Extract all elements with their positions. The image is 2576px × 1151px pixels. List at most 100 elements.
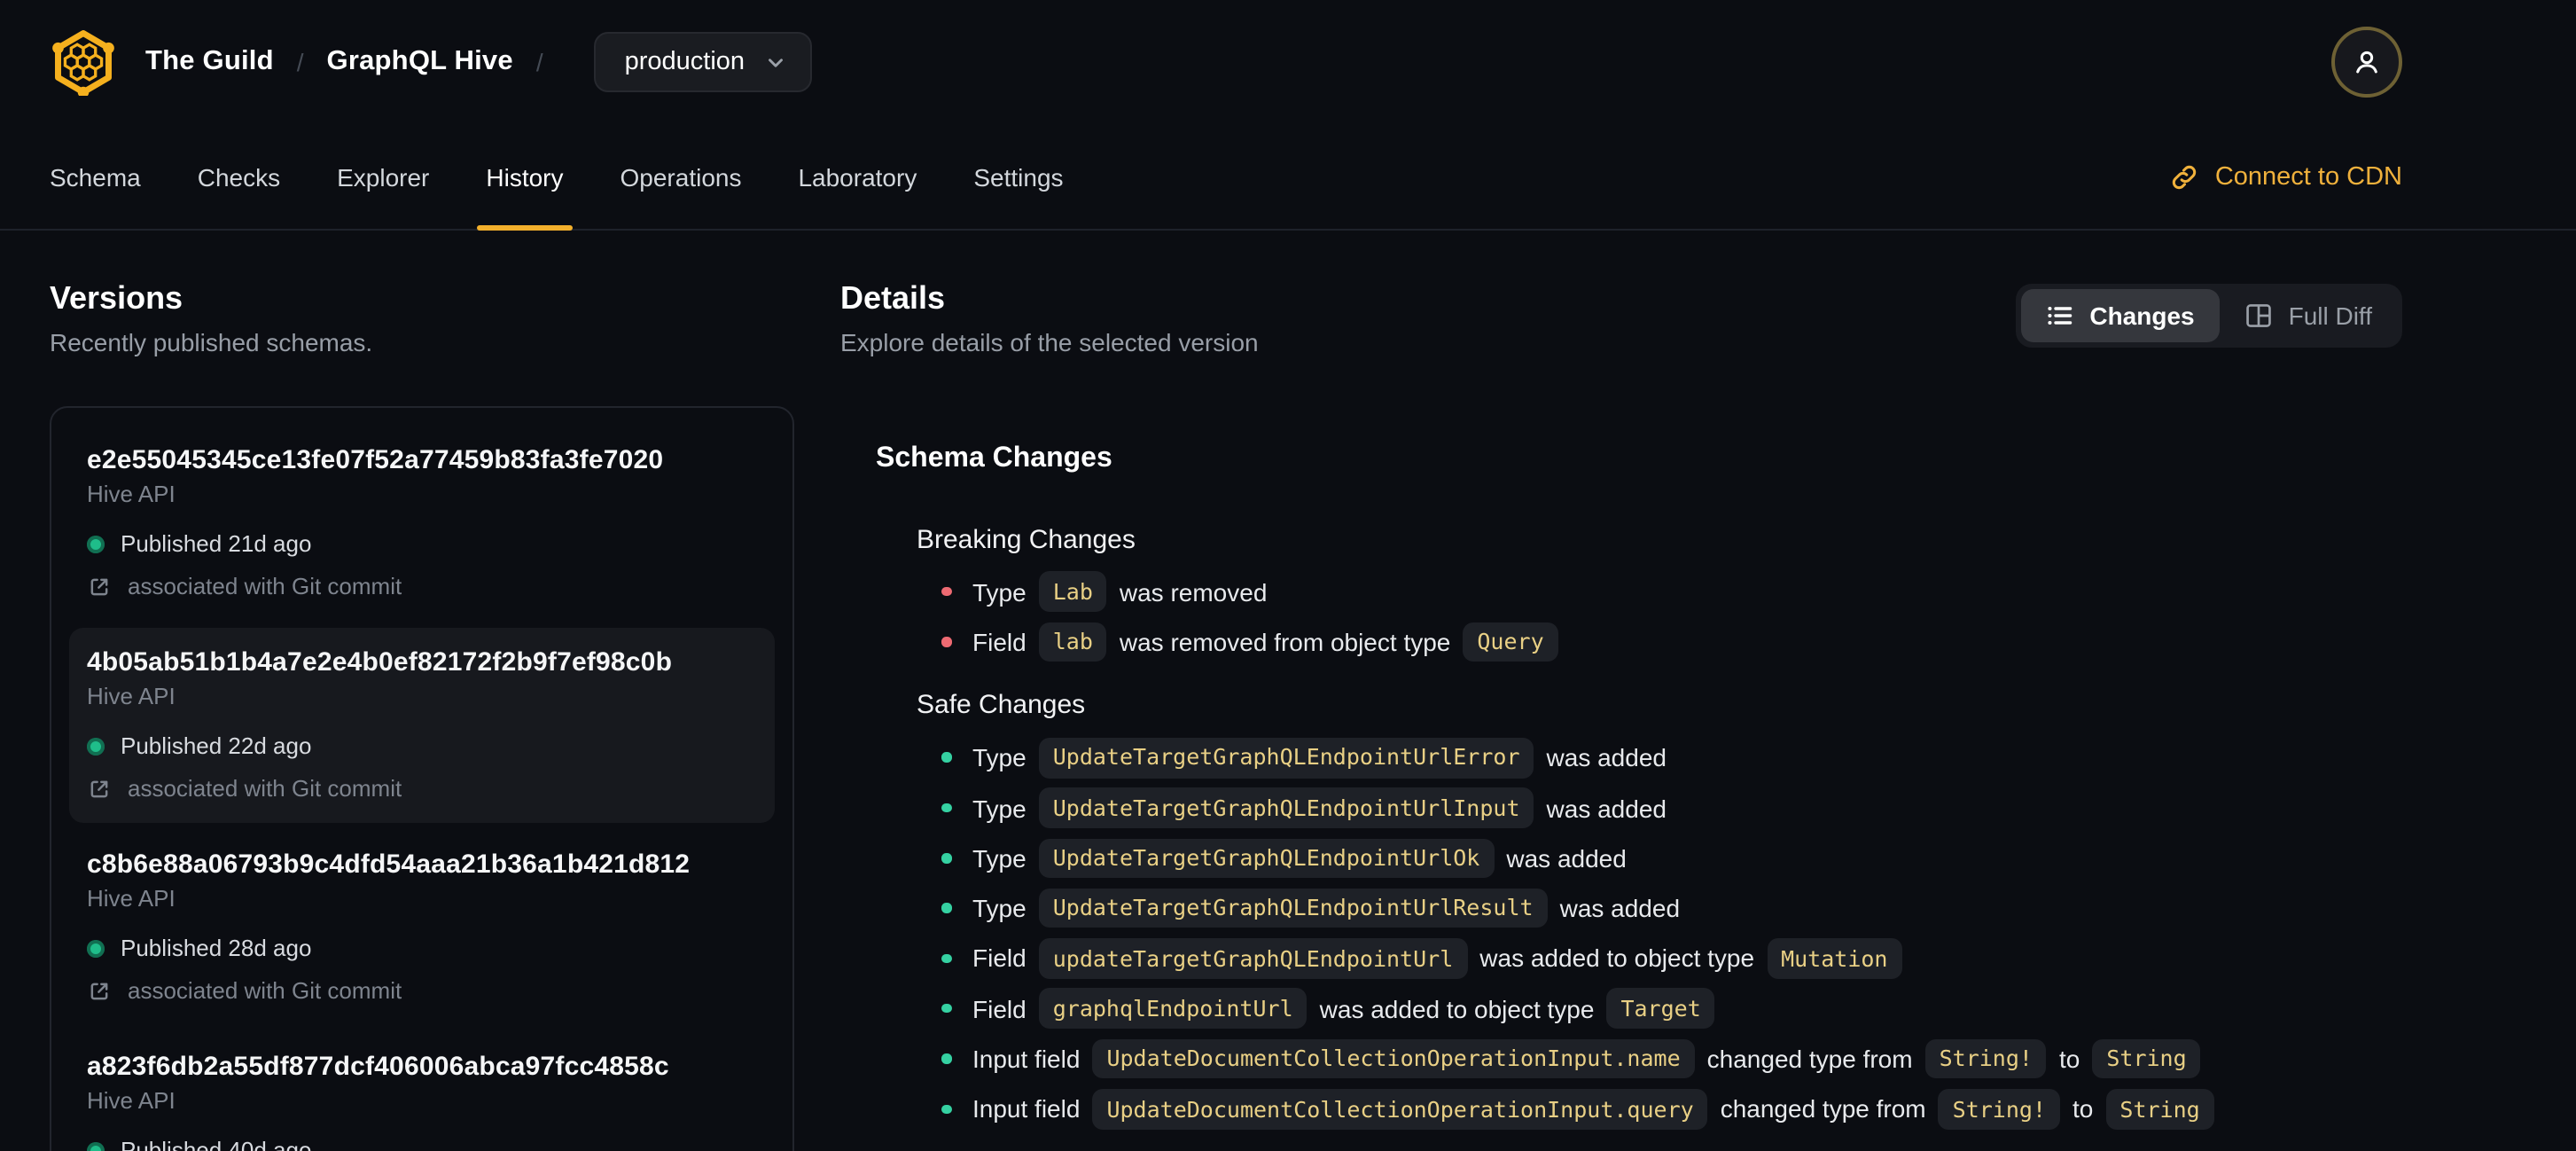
- primary-nav-tabs: Schema Checks Explorer History Operations Lab…: [21, 124, 1092, 231]
- change-text: was added to object type: [1479, 944, 1755, 973]
- breadcrumb-project[interactable]: GraphQL Hive: [327, 46, 513, 78]
- version-card[interactable]: e2e55045345ce13fe07f52a77459b83fa3fe7020…: [69, 425, 775, 620]
- change-text: Field: [972, 944, 1026, 973]
- link-icon: [2173, 164, 2197, 189]
- change-text: Field: [972, 627, 1026, 656]
- tab-history[interactable]: History: [457, 124, 591, 231]
- details-title: Details: [840, 280, 946, 316]
- change-text: changed type from: [1720, 1094, 1926, 1124]
- version-hash: e2e55045345ce13fe07f52a77459b83fa3fe7020: [87, 444, 664, 474]
- tab-checks[interactable]: Checks: [169, 124, 308, 229]
- tab-schema[interactable]: Schema: [21, 124, 169, 229]
- change-group-breaking-changes: Breaking Changes Type Lab was removed Fiel…: [840, 526, 2402, 667]
- external-link-icon: [90, 779, 108, 797]
- version-card[interactable]: a823f6db2a55df877dcf406006abca97fcc4858c…: [69, 1031, 775, 1151]
- version-published-label: Published 40d ago: [121, 1136, 312, 1151]
- change-bullet-dot: [941, 637, 951, 647]
- change-list: Type Lab was removed Field lab was removed f…: [917, 567, 2402, 667]
- schema-change-item: Type UpdateTargetGraphQLEndpointUrlError w…: [941, 732, 2402, 783]
- change-text: to: [2058, 1045, 2080, 1074]
- version-git-label: associated with Git commit: [128, 774, 402, 801]
- change-text: was removed from object type: [1119, 627, 1451, 656]
- version-status: Published 28d ago: [87, 932, 757, 964]
- schema-change-item: Field lab was removed from object type Quer…: [941, 617, 2402, 668]
- schema-changes-title: Schema Changes: [876, 442, 1112, 473]
- version-git-commit[interactable]: associated with Git commit: [87, 772, 757, 804]
- version-git-commit[interactable]: associated with Git commit: [87, 570, 757, 602]
- schema-change-item: Type UpdateTargetGraphQLEndpointUrlResult…: [941, 883, 2402, 934]
- tab-explorer[interactable]: Explorer: [308, 124, 457, 229]
- change-text: Input field: [972, 1045, 1081, 1074]
- schema-change-item: Type UpdateTargetGraphQLEndpointUrlInput w…: [941, 783, 2402, 834]
- change-text: Input field: [972, 1094, 1081, 1124]
- schema-change-item: Input field UpdateDocumentCollectionOpera…: [941, 1084, 2402, 1134]
- code-badge: UpdateDocumentCollectionOperationInput.n…: [1092, 1038, 1695, 1079]
- version-list[interactable]: e2e55045345ce13fe07f52a77459b83fa3fe7020…: [50, 405, 794, 1151]
- tab-settings[interactable]: Settings: [945, 124, 1091, 229]
- change-bullet-dot: [941, 1003, 951, 1014]
- version-git-commit[interactable]: associated with Git commit: [87, 975, 757, 1006]
- version-git-label: associated with Git commit: [128, 976, 402, 1003]
- code-badge: lab: [1038, 622, 1107, 662]
- details-panel: Details Explore details of the selected …: [794, 231, 2402, 1134]
- code-badge: String!: [1938, 1089, 2061, 1130]
- change-bullet-dot: [941, 586, 951, 597]
- change-group-safe-changes: Safe Changes Type UpdateTargetGraphQLEndp…: [840, 692, 2402, 1134]
- version-card[interactable]: 4b05ab51b1b4a7e2e4b0ef82172f2b9f7ef98c0b…: [69, 627, 775, 822]
- version-status: Published 40d ago: [87, 1134, 757, 1151]
- code-badge: UpdateTargetGraphQLEndpointUrlOk: [1038, 838, 1495, 879]
- schema-change-item: Field graphqlEndpointUrl was added to obje…: [941, 983, 2402, 1034]
- code-badge: Query: [1463, 622, 1558, 662]
- view-toggle-full-diff[interactable]: Full Diff: [2220, 289, 2397, 342]
- breadcrumb-separator: /: [535, 48, 543, 76]
- change-text: was removed: [1119, 577, 1268, 607]
- user-avatar-button[interactable]: [2331, 27, 2402, 98]
- external-link-icon: [90, 577, 108, 595]
- hive-logo-icon[interactable]: [50, 28, 117, 96]
- version-published-label: Published 28d ago: [121, 934, 312, 960]
- code-badge: graphqlEndpointUrl: [1038, 988, 1308, 1030]
- code-badge: UpdateDocumentCollectionOperationInput.q…: [1092, 1089, 1708, 1130]
- schema-change-item: Field updateTargetGraphQLEndpointUrl was a…: [941, 934, 2402, 984]
- tab-laboratory[interactable]: Laboratory: [769, 124, 945, 229]
- change-text: was added: [1546, 743, 1667, 772]
- code-badge: Target: [1606, 988, 1715, 1030]
- change-bullet-dot: [941, 1104, 951, 1115]
- change-bullet-dot: [941, 752, 951, 763]
- change-text: Type: [972, 894, 1026, 923]
- version-git-label: associated with Git commit: [128, 572, 402, 599]
- change-bullet-dot: [941, 953, 951, 964]
- code-badge: String: [2092, 1038, 2201, 1079]
- code-badge: Mutation: [1767, 938, 1902, 979]
- change-list: Type UpdateTargetGraphQLEndpointUrlError w…: [917, 732, 2402, 1134]
- published-status-dot: [87, 1141, 105, 1151]
- code-badge: UpdateTargetGraphQLEndpointUrlError: [1038, 737, 1534, 779]
- version-service: Hive API: [87, 682, 176, 709]
- view-toggle-changes[interactable]: Changes: [2020, 289, 2220, 342]
- versions-title: Versions: [50, 280, 183, 316]
- breadcrumb-separator: /: [296, 48, 304, 76]
- versions-subtitle: Recently published schemas.: [50, 328, 373, 356]
- published-status-dot: [87, 737, 105, 755]
- change-group-title: Safe Changes: [917, 690, 1086, 721]
- change-text: to: [2073, 1094, 2094, 1124]
- details-subtitle: Explore details of the selected version: [840, 328, 1259, 356]
- breadcrumb-org[interactable]: The Guild: [145, 46, 274, 78]
- change-text: Field: [972, 994, 1026, 1023]
- schema-change-item: Type Lab was removed: [941, 567, 2402, 617]
- user-icon: [2356, 51, 2377, 74]
- version-published-label: Published 21d ago: [121, 529, 312, 556]
- schema-change-item: Input field UpdateDocumentCollectionOpera…: [941, 1034, 2402, 1084]
- versions-panel: Versions Recently published schemas. e2e…: [50, 231, 794, 1151]
- tab-operations[interactable]: Operations: [592, 124, 770, 229]
- change-group-title: Breaking Changes: [917, 524, 1136, 554]
- version-card[interactable]: c8b6e88a06793b9c4dfd54aaa21b36a1b421d812…: [69, 829, 775, 1024]
- code-badge: String: [2105, 1089, 2214, 1130]
- target-selector-value: production: [624, 48, 745, 76]
- connect-to-cdn-link[interactable]: Connect to CDN: [2171, 124, 2402, 229]
- target-selector-dropdown[interactable]: production: [594, 32, 813, 92]
- code-badge: UpdateTargetGraphQLEndpointUrlResult: [1038, 888, 1548, 928]
- change-text: was added to object type: [1319, 994, 1595, 1023]
- version-status: Published 22d ago: [87, 730, 757, 762]
- version-published-label: Published 22d ago: [121, 732, 312, 758]
